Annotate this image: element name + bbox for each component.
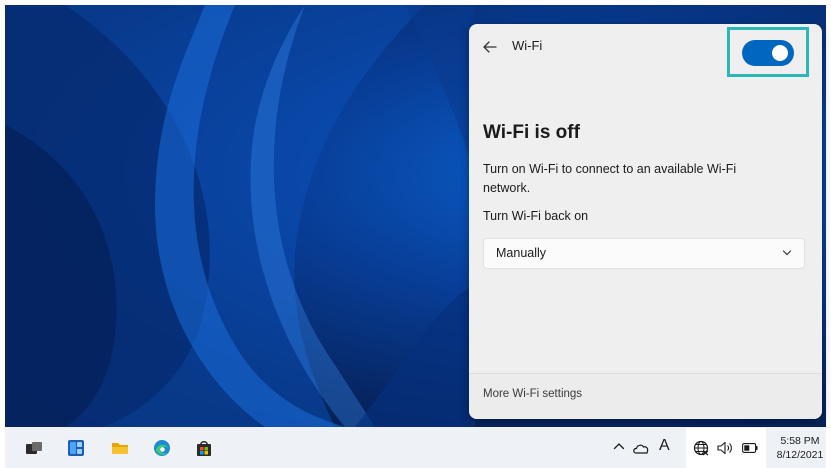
file-explorer-icon[interactable]	[111, 439, 129, 457]
back-button[interactable]	[481, 38, 499, 56]
store-icon[interactable]	[195, 439, 213, 457]
toggle-knob	[772, 45, 788, 61]
tray-quick-settings-group[interactable]	[686, 428, 766, 468]
wifi-status-heading: Wi-Fi is off	[483, 122, 580, 143]
wifi-toggle[interactable]	[742, 40, 794, 66]
battery-icon	[742, 443, 758, 453]
clock-date: 8/12/2021	[776, 449, 824, 461]
wifi-status-description: Turn on Wi-Fi to connect to an available…	[483, 162, 737, 195]
flyout-title: Wi-Fi	[512, 38, 543, 53]
volume-icon	[717, 441, 732, 455]
turn-back-on-label: Turn Wi-Fi back on	[483, 209, 589, 223]
edge-icon[interactable]	[153, 439, 171, 457]
system-clock[interactable]: 5:58 PM 8/12/2021	[775, 434, 825, 462]
dropdown-selected-value: Manually	[496, 246, 547, 260]
flyout-footer: More Wi-Fi settings	[469, 373, 822, 419]
input-method-indicator[interactable]: A	[659, 437, 670, 455]
chevron-up-icon[interactable]	[613, 441, 625, 451]
more-wifi-settings-link[interactable]: More Wi-Fi settings	[483, 388, 582, 400]
onedrive-icon[interactable]	[632, 442, 650, 454]
globe-icon	[693, 440, 709, 456]
arrow-left-icon	[483, 41, 497, 53]
taskbar: A 5:58 PM 8/12/2021	[5, 427, 826, 468]
clock-time: 5:58 PM	[780, 435, 820, 447]
chevron-down-icon	[782, 250, 792, 256]
wifi-flyout-panel: Wi-Fi Wi-Fi is off Turn on Wi-Fi to conn…	[469, 24, 822, 419]
flyout-header: Wi-Fi	[469, 24, 822, 77]
task-view-icon[interactable]	[25, 439, 43, 457]
widgets-icon[interactable]	[67, 439, 85, 457]
turn-back-on-dropdown[interactable]: Manually	[483, 238, 805, 269]
